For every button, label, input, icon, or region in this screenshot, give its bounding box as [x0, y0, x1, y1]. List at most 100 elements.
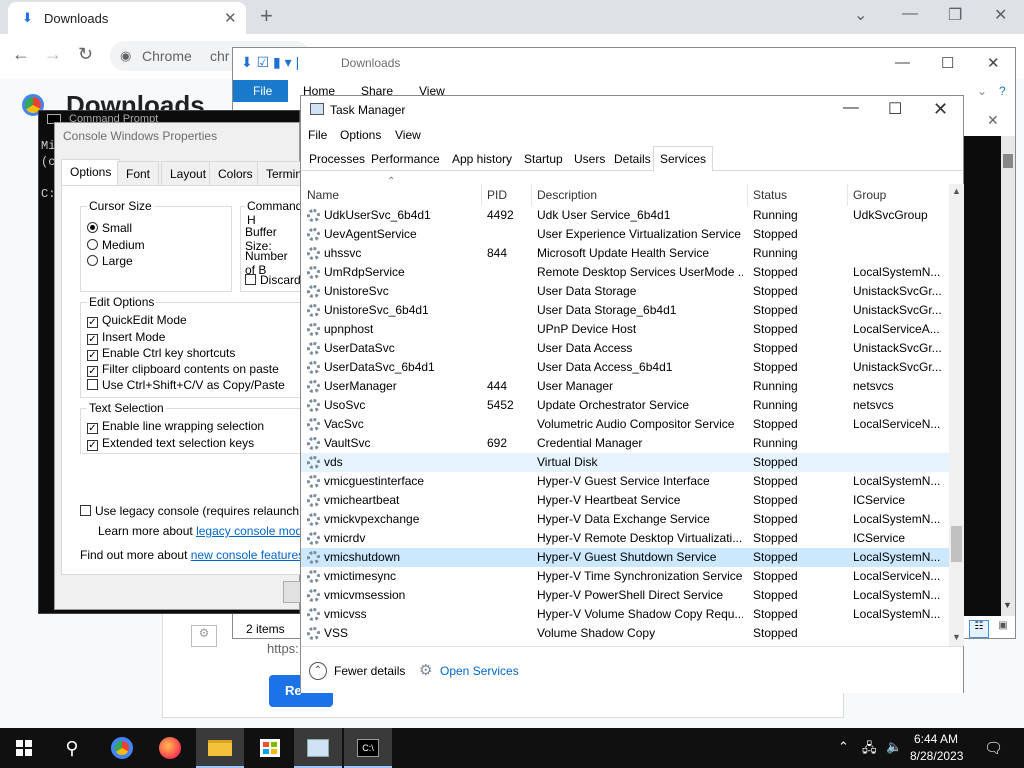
- table-row[interactable]: UserManager 444 User Manager Running netsvcs: [301, 377, 949, 396]
- radio-medium[interactable]: Medium: [87, 238, 145, 252]
- table-row[interactable]: vds Virtual Disk Stopped: [301, 453, 949, 472]
- table-row[interactable]: vmicshutdown Hyper-V Guest Shutdown Servi…: [301, 548, 949, 567]
- tab-services[interactable]: Services: [653, 146, 714, 172]
- start-button[interactable]: [0, 728, 48, 768]
- maximize-button[interactable]: ☐: [888, 99, 902, 119]
- table-row[interactable]: vmicvss Hyper-V Volume Shadow Copy Requ..…: [301, 605, 949, 624]
- taskbar-firefox[interactable]: [146, 728, 194, 768]
- table-row[interactable]: UevAgentService User Experience Virtualiz…: [301, 225, 949, 244]
- new-features-link[interactable]: new console features: [191, 548, 304, 562]
- taskbar-chrome[interactable]: [98, 728, 146, 768]
- chevron-up-icon[interactable]: ⌃: [309, 662, 327, 680]
- close-button[interactable]: ✕: [933, 99, 948, 120]
- quick-access-icons[interactable]: ⬇ ☑ ▮ ▾ |: [241, 54, 299, 71]
- new-tab-button[interactable]: +: [260, 3, 273, 29]
- discard-checkbox[interactable]: Discard: [245, 273, 301, 287]
- minimize-button[interactable]: —: [902, 5, 918, 23]
- table-row[interactable]: vmicheartbeat Hyper-V Heartbeat Service St…: [301, 491, 949, 510]
- radio-small[interactable]: Small: [87, 221, 132, 235]
- column-pid[interactable]: PID: [487, 188, 507, 202]
- table-row[interactable]: vmicrdv Hyper-V Remote Desktop Virtualiza…: [301, 529, 949, 548]
- vertical-scrollbar[interactable]: ▲ ▼: [949, 184, 964, 646]
- column-name[interactable]: Name: [307, 188, 339, 202]
- insert-mode-checkbox[interactable]: ✓ Insert Mode: [87, 330, 165, 345]
- taskbar-file-explorer[interactable]: [196, 728, 244, 768]
- help-icon[interactable]: ?: [999, 84, 1006, 98]
- clock-time[interactable]: 6:44 AM: [914, 732, 958, 746]
- close-tab-icon[interactable]: ✕: [224, 9, 237, 27]
- close-button[interactable]: ✕: [994, 5, 1007, 25]
- minimize-button[interactable]: —: [843, 99, 859, 117]
- table-row[interactable]: UserDataSvc_6b4d1 User Data Access_6b4d1 S…: [301, 358, 949, 377]
- quickedit-checkbox[interactable]: ✓ QuickEdit Mode: [87, 313, 187, 328]
- search-button[interactable]: ⚲: [48, 728, 96, 768]
- table-row[interactable]: VaultSvc 692 Credential Manager Running: [301, 434, 949, 453]
- legacy-console-checkbox[interactable]: Use legacy console (requires relaunch, a…: [80, 504, 326, 518]
- restore-button[interactable]: ❐: [948, 5, 962, 25]
- tab-performance[interactable]: Performance: [367, 152, 444, 166]
- column-status[interactable]: Status: [753, 188, 787, 202]
- table-row[interactable]: vmickvpexchange Hyper-V Data Exchange Ser…: [301, 510, 949, 529]
- menu-options[interactable]: Options: [340, 128, 381, 142]
- table-row[interactable]: UmRdpService Remote Desktop Services User…: [301, 263, 949, 282]
- scroll-up-icon[interactable]: ▲: [952, 186, 961, 196]
- network-icon[interactable]: 🖧: [862, 739, 877, 761]
- back-button[interactable]: ←: [12, 44, 30, 65]
- scroll-down-icon[interactable]: ▼: [952, 632, 961, 642]
- table-row[interactable]: upnphost UPnP Device Host Stopped LocalServ…: [301, 320, 949, 339]
- chevron-down-icon[interactable]: ⌄: [854, 5, 867, 25]
- table-row[interactable]: uhssvc 844 Microsoft Update Health Service…: [301, 244, 949, 263]
- line-wrapping-checkbox[interactable]: ✓ Enable line wrapping selection: [87, 419, 264, 434]
- tab-options[interactable]: Options: [61, 159, 121, 186]
- details-view-icon[interactable]: ☷: [969, 620, 989, 638]
- taskbar-command-prompt[interactable]: C:\: [344, 728, 392, 768]
- taskbar-store[interactable]: [246, 728, 294, 768]
- tab-colors[interactable]: Colors: [209, 161, 262, 185]
- chevron-down-icon[interactable]: ⌄: [977, 84, 987, 98]
- scrollbar-thumb[interactable]: [951, 526, 962, 562]
- scrollbar[interactable]: ▼: [1001, 136, 1015, 616]
- close-icon[interactable]: ✕: [987, 112, 999, 129]
- tab-layout[interactable]: Layout: [161, 161, 216, 185]
- radio-large[interactable]: Large: [87, 254, 133, 268]
- explorer-close-button[interactable]: ✕: [987, 54, 1000, 72]
- table-row[interactable]: UnistoreSvc_6b4d1 User Data Storage_6b4d1…: [301, 301, 949, 320]
- taskbar-task-manager[interactable]: [294, 728, 342, 768]
- explorer-minimize-button[interactable]: —: [895, 54, 910, 71]
- legacy-console-link[interactable]: legacy console mode: [196, 524, 309, 538]
- tab-font[interactable]: Font: [117, 161, 160, 185]
- table-row[interactable]: UserDataSvc User Data Access Stopped Unista…: [301, 339, 949, 358]
- download-url[interactable]: https:: [267, 641, 299, 656]
- table-row[interactable]: vmicvmsession Hyper-V PowerShell Direct S…: [301, 586, 949, 605]
- table-row[interactable]: vmicguestinterface Hyper-V Guest Service …: [301, 472, 949, 491]
- explorer-maximize-button[interactable]: ☐: [941, 54, 954, 72]
- table-row[interactable]: vmictimesync Hyper-V Time Synchronization…: [301, 567, 949, 586]
- chrome-tab-downloads[interactable]: ⬇ Downloads ✕: [8, 2, 246, 34]
- menu-view[interactable]: View: [395, 128, 421, 142]
- large-icons-view-icon[interactable]: ▣: [993, 620, 1013, 638]
- tab-app-history[interactable]: App history: [448, 152, 516, 166]
- tab-startup[interactable]: Startup: [520, 152, 567, 166]
- forward-button[interactable]: →: [44, 44, 62, 65]
- ctrl-shortcuts-checkbox[interactable]: ✓ Enable Ctrl key shortcuts: [87, 346, 235, 361]
- fewer-details-button[interactable]: Fewer details: [334, 664, 405, 678]
- open-services-link[interactable]: Open Services: [440, 664, 519, 678]
- menu-file[interactable]: File: [308, 128, 327, 142]
- reload-button[interactable]: ↻: [78, 44, 93, 65]
- tab-details[interactable]: Details: [610, 152, 655, 166]
- chevron-up-icon[interactable]: ⌃: [838, 739, 849, 755]
- table-row[interactable]: VacSvc Volumetric Audio Compositor Servic…: [301, 415, 949, 434]
- tab-users[interactable]: Users: [570, 152, 609, 166]
- extended-keys-checkbox[interactable]: ✓ Extended text selection keys: [87, 436, 254, 451]
- notifications-icon[interactable]: 🗨: [984, 739, 1003, 757]
- clock-date[interactable]: 8/28/2023: [910, 749, 963, 763]
- ribbon-file-tab[interactable]: File: [233, 80, 288, 102]
- column-group[interactable]: Group: [853, 188, 886, 202]
- ok-button[interactable]: [283, 581, 301, 603]
- tab-processes[interactable]: Processes: [305, 152, 369, 166]
- volume-icon[interactable]: 🔈: [886, 739, 902, 755]
- column-description[interactable]: Description: [537, 188, 597, 202]
- filter-clipboard-checkbox[interactable]: ✓ Filter clipboard contents on paste: [87, 362, 279, 377]
- table-row[interactable]: UdkUserSvc_6b4d1 4492 Udk User Service_6b4…: [301, 206, 949, 225]
- ctrl-shift-copy-paste-checkbox[interactable]: Use Ctrl+Shift+C/V as Copy/Paste: [87, 378, 285, 392]
